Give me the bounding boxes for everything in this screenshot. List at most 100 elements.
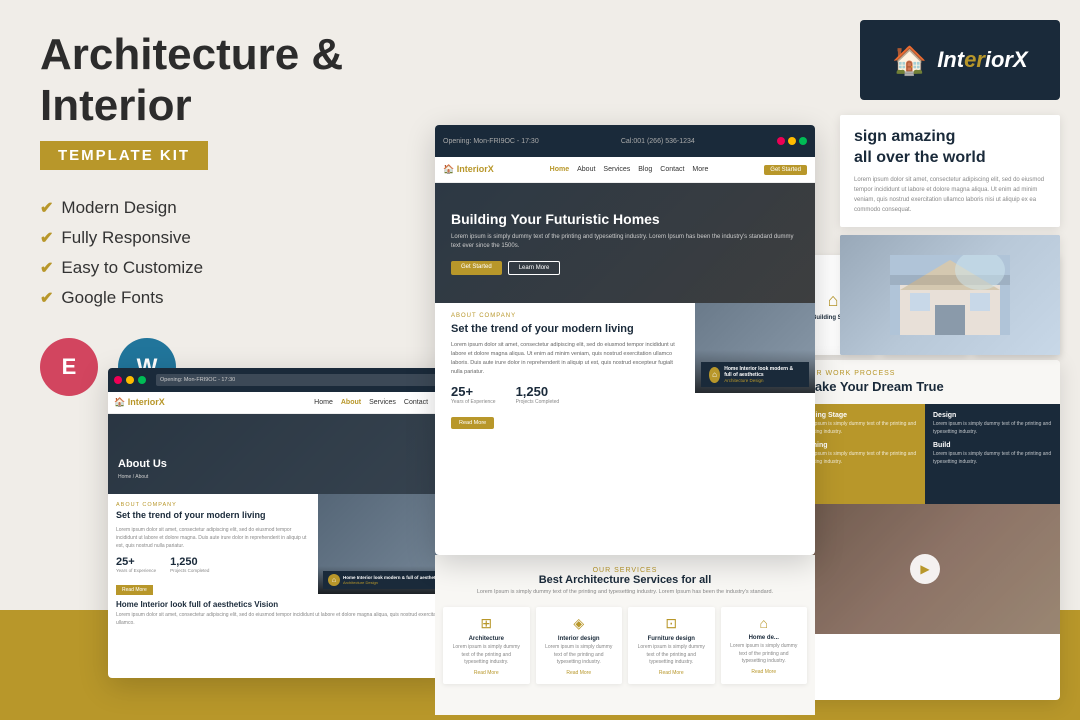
s2-read-more[interactable]: Read More [116, 585, 153, 595]
about-image: ⌂ Home Interior look modern & full of ae… [695, 303, 815, 393]
s2-hero: About Us Home / About [108, 414, 458, 494]
process-steps: Building Stage Lorem ipsum is simply dum… [790, 404, 1060, 504]
dot-red [114, 376, 122, 384]
site-nav: 🏠 InteriorX Home About Services Blog Con… [435, 157, 815, 183]
services-cards: ⊞ Architecture Lorem ipsum is simply dum… [435, 601, 815, 690]
process-image: ▶ [790, 504, 1060, 634]
step-name: Building Stage [798, 412, 917, 419]
dot-yellow [126, 376, 134, 384]
list-item: ✔ Google Fonts [40, 288, 420, 308]
process-img-overlay: ▶ [790, 504, 1060, 634]
process-label: OUR WORK PROCESS [804, 370, 1046, 377]
s2-about: ABOUT COMPANY Set the trend of your mode… [108, 494, 458, 594]
service-name: Interior design [542, 636, 617, 642]
s2-nav-links: Home About Services Contact More [314, 399, 452, 406]
s2-hero-title: About Us [118, 458, 448, 470]
house-image [840, 235, 1060, 355]
brand-name: InteriorX [937, 47, 1027, 73]
step-name: Design [933, 412, 1052, 419]
service-name: Architecture [449, 636, 524, 642]
about-label: ABOUT COMPANY [451, 313, 679, 319]
service-link[interactable]: Read More [727, 669, 802, 675]
list-item: ✔ Fully Responsive [40, 228, 420, 248]
arch-icon: ⊞ [449, 615, 524, 632]
service-name: Furniture design [634, 636, 709, 642]
screenshot-2: Opening: Mon-FRI9OC - 17:30 🏠 InteriorX … [108, 368, 458, 678]
services-section: OUR SERVICES Best Architecture Services … [435, 555, 815, 715]
s2-about-title: Set the trend of your modern living [116, 510, 310, 522]
service-desc: Lorem ipsum is simply dummy text of the … [634, 644, 709, 667]
check-icon: ✔ [40, 288, 53, 308]
house-img-inner [840, 235, 1060, 355]
dot-yellow [788, 137, 796, 145]
browser-header: Opening: Mon-FRI9OC - 17:30 Cal:001 (266… [435, 125, 815, 157]
services-header: OUR SERVICES Best Architecture Services … [435, 555, 815, 601]
left-panel: Architecture & Interior TEMPLATE KIT ✔ M… [40, 30, 420, 396]
hero-subtitle: Lorem ipsum is simply dummy text of the … [451, 233, 799, 251]
s2-about-left: ABOUT COMPANY Set the trend of your mode… [108, 494, 318, 594]
s2-stats: 25+ Years of Experience 1,250 Projects C… [116, 556, 310, 573]
stats-row: 25+ Years of Experience 1,250 Projects C… [451, 384, 679, 405]
check-icon: ✔ [40, 228, 53, 248]
service-card-home: ⌂ Home de... Lorem ipsum is simply dummy… [721, 607, 808, 684]
url-bar: Opening: Mon-FRI9OC - 17:30 [156, 374, 446, 386]
hero-buttons: Get Started Learn More [451, 261, 560, 275]
read-more-btn[interactable]: Read More [451, 417, 494, 429]
services-label: OUR SERVICES [445, 567, 805, 574]
stat-experience: 25+ Years of Experience [451, 384, 496, 405]
service-link[interactable]: Read More [634, 670, 709, 676]
brand-icon: 🏠 [892, 44, 927, 77]
process-step-build: Build Lorem ipsum is simply dummy text o… [933, 442, 1052, 466]
play-button[interactable]: ▶ [910, 554, 940, 584]
list-item: ✔ Modern Design [40, 198, 420, 218]
main-screenshot: Opening: Mon-FRI9OC - 17:30 Cal:001 (266… [435, 125, 815, 555]
badge-sub: Architecture Design [724, 378, 801, 383]
service-link[interactable]: Read More [449, 670, 524, 676]
home-icon: ⌂ [727, 615, 802, 631]
process-header: OUR WORK PROCESS Make Your Dream True [790, 360, 1060, 404]
hero-title: Building Your Futuristic Homes [451, 211, 660, 228]
sign-title: sign amazingall over the world [854, 127, 1046, 169]
floating-badge: ⌂ Home Interior look modern & full of ae… [701, 362, 809, 387]
process-section: OUR WORK PROCESS Make Your Dream True Bu… [790, 360, 1060, 700]
hero-get-started-btn[interactable]: Get Started [451, 261, 502, 275]
service-card-interior: ◈ Interior design Lorem ipsum is simply … [536, 607, 623, 684]
template-kit-badge: TEMPLATE KIT [40, 141, 208, 170]
step-desc: Lorem ipsum is simply dummy text of the … [933, 421, 1052, 436]
s2-logo: 🏠 InteriorX [114, 397, 165, 408]
about-title: Set the trend of your modern living [451, 322, 679, 336]
service-desc: Lorem ipsum is simply dummy text of the … [542, 644, 617, 667]
list-item: ✔ Easy to Customize [40, 258, 420, 278]
service-desc: Lorem ipsum is simply dummy text of the … [449, 644, 524, 667]
step-desc: Lorem ipsum is simply dummy text of the … [798, 421, 917, 436]
s2-about-text: Lorem ipsum dolor sit amet, consectetur … [116, 526, 310, 550]
hero-section: Building Your Futuristic Homes Lorem ips… [435, 183, 815, 303]
s2-bottom: Home Interior look full of aesthetics Vi… [108, 594, 458, 654]
get-started-nav-btn[interactable]: Get Started [764, 165, 807, 175]
site-logo: 🏠 InteriorX [443, 164, 494, 175]
badge-text: Home Interior look modern & full of aest… [724, 366, 801, 378]
service-link[interactable]: Read More [542, 670, 617, 676]
dot-red [777, 137, 785, 145]
process-step-planning: Planning Lorem ipsum is simply dummy tex… [798, 442, 917, 466]
service-card-furniture: ⊡ Furniture design Lorem ipsum is simply… [628, 607, 715, 684]
about-section: ABOUT COMPANY Set the trend of your mode… [435, 303, 815, 439]
s2-badge: ⌂ Home Interior look modern & full of ae… [323, 571, 453, 589]
about-img-overlay: ⌂ Home Interior look modern & full of ae… [695, 350, 815, 393]
sign-description: Lorem ipsum dolor sit amet, consectetur … [854, 175, 1046, 216]
step-desc: Lorem ipsum is simply dummy text of the … [798, 451, 917, 466]
process-step-design: Design Lorem ipsum is simply dummy text … [933, 412, 1052, 436]
hero-learn-more-btn[interactable]: Learn More [508, 261, 561, 275]
s2-hero-sub: Home / About [118, 474, 448, 480]
dot-green [799, 137, 807, 145]
service-desc: Lorem ipsum is simply dummy text of the … [727, 643, 802, 666]
process-title: Make Your Dream True [804, 379, 1046, 394]
check-icon: ✔ [40, 198, 53, 218]
step-name: Build [933, 442, 1052, 449]
house-svg [890, 255, 1010, 335]
check-icon: ✔ [40, 258, 53, 278]
dot-green [138, 376, 146, 384]
nav-links: Home About Services Blog Contact More [550, 166, 709, 173]
stat-projects: 1,250 Projects Completed [516, 384, 560, 405]
brand-box: 🏠 InteriorX [860, 20, 1060, 100]
